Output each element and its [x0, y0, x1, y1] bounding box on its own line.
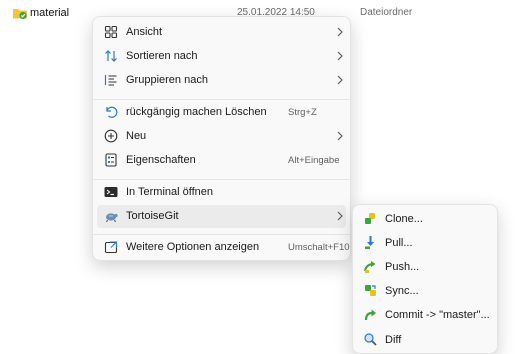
- tortoisegit-icon: [105, 213, 118, 223]
- submenu-item-pull[interactable]: Pull...: [357, 232, 493, 254]
- menu-item-label: Neu: [126, 130, 147, 142]
- menu-item-terminal[interactable]: In Terminal öffnen: [97, 181, 346, 204]
- menu-item-label: Sortieren nach: [126, 50, 198, 62]
- context-menu: Ansicht Sortieren nach Gruppieren nach r…: [92, 16, 351, 261]
- grid-view-icon: [104, 25, 118, 39]
- menu-separator: [93, 179, 350, 180]
- menu-item-label: In Terminal öffnen: [126, 186, 214, 198]
- submenu-item-push[interactable]: Push...: [357, 256, 493, 278]
- menu-item-label: rückgängig machen Löschen: [126, 106, 267, 118]
- submenu-item-label: Pull...: [385, 237, 413, 249]
- menu-item-shortcut: Strg+Z: [288, 107, 317, 118]
- diff-icon: [364, 333, 377, 346]
- group-list-icon: [104, 75, 117, 86]
- menu-item-label: Ansicht: [126, 26, 163, 38]
- menu-item-label: TortoiseGit: [126, 210, 179, 222]
- submenu-item-label: Push...: [385, 261, 420, 273]
- menu-item-neu[interactable]: Neu: [97, 125, 346, 148]
- terminal-icon: [104, 187, 118, 197]
- menu-item-more-options[interactable]: Weitere Optionen anzeigen Umschalt+F10: [97, 236, 350, 259]
- menu-item-shortcut: Umschalt+F10: [288, 242, 350, 253]
- chevron-right-icon: [337, 75, 343, 85]
- submenu-item-sync[interactable]: Sync...: [357, 280, 493, 302]
- menu-item-label: Gruppieren nach: [126, 74, 208, 86]
- file-type: Dateiordner: [360, 7, 413, 18]
- menu-item-label: Eigenschaften: [126, 154, 196, 166]
- menu-separator: [93, 99, 350, 100]
- commit-icon: [364, 309, 376, 321]
- chevron-right-icon: [337, 211, 343, 221]
- menu-item-tortoisegit[interactable]: TortoiseGit: [97, 205, 346, 228]
- submenu-item-label: Sync...: [385, 285, 419, 297]
- submenu-item-clone[interactable]: Clone...: [357, 208, 493, 230]
- new-plus-icon: [104, 129, 118, 143]
- menu-item-sortieren[interactable]: Sortieren nach: [97, 45, 346, 68]
- sync-icon: [365, 285, 376, 296]
- push-icon: [364, 261, 376, 273]
- menu-item-undo-delete[interactable]: rückgängig machen Löschen Strg+Z: [97, 101, 346, 124]
- menu-item-ansicht[interactable]: Ansicht: [97, 21, 346, 44]
- chevron-right-icon: [337, 51, 343, 61]
- menu-separator: [93, 234, 350, 235]
- menu-item-label: Weitere Optionen anzeigen: [126, 241, 260, 253]
- undo-icon: [106, 106, 118, 118]
- submenu-item-label: Diff: [385, 334, 402, 346]
- clone-icon: [365, 213, 375, 224]
- menu-item-shortcut: Alt+Eingabe: [288, 155, 340, 166]
- submenu-item-commit[interactable]: Commit -> "master"...: [357, 304, 493, 326]
- submenu-item-diff[interactable]: Diff: [357, 329, 493, 351]
- tortoisegit-submenu: Clone... Pull... Push... Sync... Commit: [352, 204, 498, 354]
- chevron-right-icon: [337, 27, 343, 37]
- pull-icon: [365, 236, 374, 249]
- submenu-item-label: Clone...: [385, 213, 423, 225]
- file-name: material: [30, 7, 70, 19]
- menu-item-gruppieren[interactable]: Gruppieren nach: [97, 69, 346, 92]
- folder-icon: [13, 9, 27, 20]
- submenu-item-label: Commit -> "master"...: [385, 309, 490, 321]
- more-options-icon: [104, 241, 118, 254]
- properties-icon: [105, 153, 117, 167]
- sort-icon: [105, 50, 117, 62]
- chevron-right-icon: [337, 131, 343, 141]
- menu-item-eigenschaften[interactable]: Eigenschaften Alt+Eingabe: [97, 149, 346, 172]
